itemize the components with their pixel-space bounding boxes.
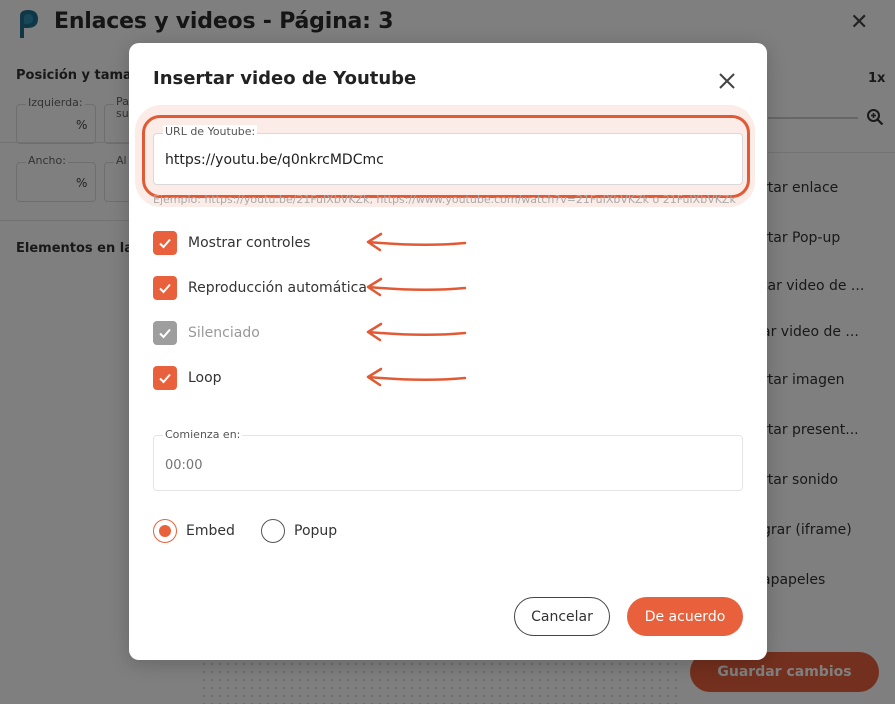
- option-label: Mostrar controles: [188, 235, 311, 251]
- radio-embed[interactable]: Embed: [153, 519, 235, 543]
- option-label: Silenciado: [188, 325, 260, 341]
- checkbox: [153, 321, 177, 345]
- option-loop[interactable]: Loop: [153, 366, 222, 390]
- checkbox[interactable]: [153, 366, 177, 390]
- check-icon: [159, 328, 171, 339]
- check-icon: [159, 238, 171, 249]
- radio-dot: [159, 525, 171, 537]
- dialog-title: Insertar video de Youtube: [153, 68, 417, 89]
- radio-button[interactable]: [153, 519, 177, 543]
- arrow-left-icon: [366, 322, 467, 342]
- checkbox[interactable]: [153, 231, 177, 255]
- option-show-controls[interactable]: Mostrar controles: [153, 231, 310, 255]
- url-label: URL de Youtube:: [163, 125, 258, 138]
- check-icon: [159, 283, 171, 294]
- radio-label: Popup: [294, 523, 338, 539]
- close-icon[interactable]: [715, 69, 739, 93]
- check-icon: [159, 373, 171, 384]
- ok-button[interactable]: De acuerdo: [627, 597, 743, 636]
- option-label: Reproducción automática: [188, 280, 367, 296]
- arrow-left-icon: [366, 232, 467, 252]
- start-time-label: Comienza en:: [163, 428, 243, 441]
- arrow-left-icon: [366, 277, 467, 297]
- option-label: Loop: [188, 370, 222, 386]
- checkbox[interactable]: [153, 276, 177, 300]
- option-muted: Silenciado: [153, 321, 260, 345]
- start-time-input[interactable]: [165, 454, 365, 476]
- cancel-button[interactable]: Cancelar: [514, 597, 610, 636]
- option-autoplay[interactable]: Reproducción automática: [153, 276, 367, 300]
- radio-button[interactable]: [261, 519, 285, 543]
- url-input[interactable]: [165, 149, 725, 171]
- youtube-dialog: Insertar video de Youtube URL de Youtube…: [129, 43, 767, 660]
- arrow-left-icon: [366, 367, 467, 387]
- radio-label: Embed: [186, 523, 235, 539]
- radio-popup[interactable]: Popup: [261, 519, 337, 543]
- url-hint: Ejemplo: https://youtu.be/21FuIXbVKZk, h…: [153, 193, 736, 206]
